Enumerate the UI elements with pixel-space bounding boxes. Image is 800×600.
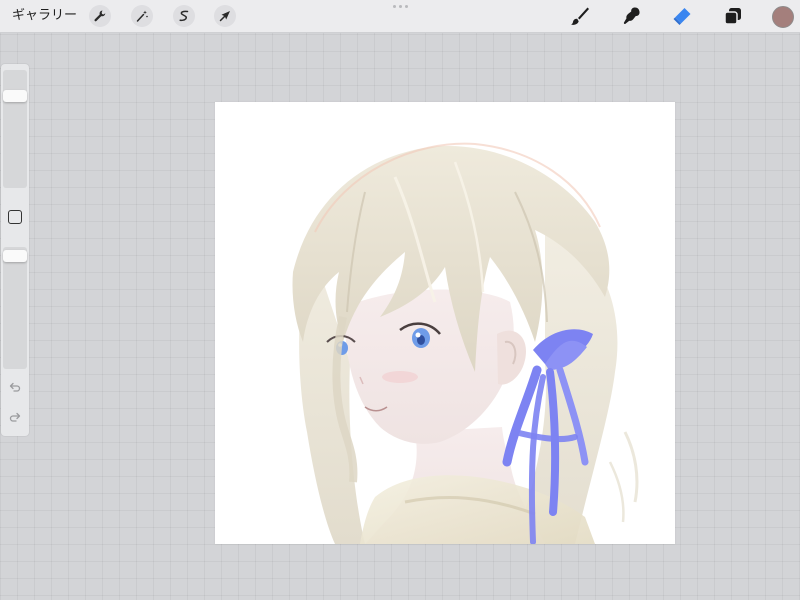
smudge-icon bbox=[623, 7, 640, 25]
selection-icon bbox=[179, 10, 189, 22]
color-swatch[interactable] bbox=[772, 6, 794, 28]
brush-size-handle[interactable] bbox=[3, 90, 27, 102]
modify-button[interactable] bbox=[8, 210, 22, 224]
paint-button[interactable] bbox=[568, 4, 592, 28]
transform-button[interactable] bbox=[214, 5, 236, 27]
gallery-button[interactable]: ギャラリー bbox=[12, 7, 77, 25]
opacity-handle[interactable] bbox=[3, 250, 27, 262]
opacity-slider[interactable] bbox=[3, 247, 27, 369]
erase-button[interactable] bbox=[670, 4, 694, 28]
undo-icon bbox=[9, 382, 21, 392]
layers-icon bbox=[724, 8, 741, 25]
redo-button[interactable] bbox=[7, 409, 23, 425]
adjustments-button[interactable] bbox=[131, 5, 153, 27]
top-toolbar: ギャラリー bbox=[0, 0, 800, 33]
toolbar-grabber[interactable] bbox=[389, 5, 411, 9]
left-sidebar bbox=[1, 64, 29, 436]
transform-arrow-icon bbox=[219, 11, 230, 22]
magic-wand-icon bbox=[136, 10, 148, 22]
drawing-canvas[interactable] bbox=[215, 102, 675, 544]
redo-icon bbox=[9, 412, 21, 422]
eraser-icon bbox=[673, 8, 691, 25]
smudge-button[interactable] bbox=[619, 4, 643, 28]
undo-button[interactable] bbox=[7, 379, 23, 395]
actions-button[interactable] bbox=[89, 5, 111, 27]
artwork-illustration bbox=[292, 142, 639, 544]
wrench-icon bbox=[94, 10, 106, 22]
brush-size-slider[interactable] bbox=[3, 70, 27, 188]
layers-button[interactable] bbox=[721, 4, 745, 28]
selection-button[interactable] bbox=[173, 5, 195, 27]
brush-icon bbox=[571, 7, 589, 25]
